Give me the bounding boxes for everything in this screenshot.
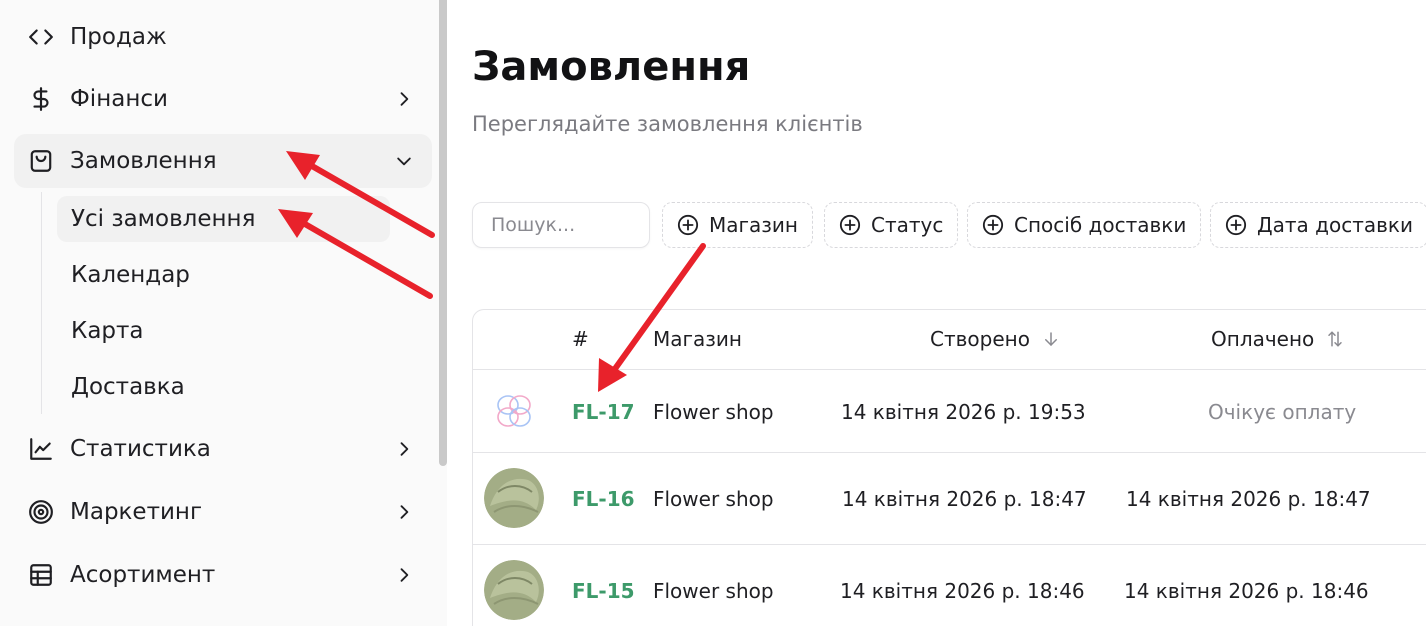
column-header-label: Оплачено [1211,327,1315,351]
search-input[interactable] [473,203,649,247]
table-header: # Магазин Створено Оплачено [473,310,1426,370]
created-date: 14 квітня 2026 р. 19:53 [841,400,1086,424]
sidebar-item-label: Фінанси [70,86,168,112]
column-header-label: Магазин [653,327,742,351]
table-row[interactable]: FL-16 Flower shop 14 квітня 2026 р. 18:4… [473,453,1426,545]
line-chart-icon [28,436,54,462]
sidebar-item-finance[interactable]: Фінанси [14,72,432,126]
shopping-bag-icon [28,148,54,174]
page-title: Замовлення [472,44,751,90]
payment-status: Очікує оплату [1208,400,1357,424]
filter-label: Спосіб доставки [1014,213,1187,237]
submenu-guide-line [41,192,42,414]
sidebar-item-sales[interactable]: Продаж [14,10,432,64]
shop-name: Flower shop [653,579,774,603]
sidebar-subitem-calendar[interactable]: Календар [57,252,390,298]
chevron-right-icon [394,439,414,459]
sidebar-subitem-all-orders[interactable]: Усі замовлення [57,196,390,242]
sidebar-subitem-map[interactable]: Карта [57,308,390,354]
orders-table: # Магазин Створено Оплачено FL-17 Flower… [472,309,1426,626]
table-row[interactable]: FL-15 Flower shop 14 квітня 2026 р. 18:4… [473,545,1426,626]
sidebar-item-assortment[interactable]: Асортимент [14,548,432,602]
filter-status-button[interactable]: Статус [824,202,959,248]
search-box[interactable] [472,202,650,248]
paid-date: 14 квітня 2026 р. 18:47 [1126,487,1371,511]
sidebar-subitem-label: Календар [71,262,190,288]
order-number-link[interactable]: FL-17 [572,400,635,424]
paid-date: 14 квітня 2026 р. 18:46 [1124,579,1369,603]
filter-label: Статус [871,213,944,237]
sidebar-subitem-label: Карта [71,318,144,344]
code-icon [28,24,54,50]
column-header-label: # [572,327,589,351]
sidebar-item-label: Маркетинг [70,499,203,525]
chevron-right-icon [394,502,414,522]
arrow-down-icon[interactable] [1042,330,1060,348]
sidebar-item-label: Статистика [70,436,211,462]
filter-delivery-method-button[interactable]: Спосіб доставки [967,202,1202,248]
page-subtitle: Переглядайте замовлення клієнтів [472,112,863,136]
grid-table-icon [28,562,54,588]
sidebar-scrollbar[interactable] [439,0,447,466]
product-photo [484,560,544,620]
plus-circle-icon [982,214,1004,236]
sidebar-subitem-label: Усі замовлення [71,206,256,232]
sort-arrows-icon[interactable] [1326,330,1344,348]
sidebar-item-marketing[interactable]: Маркетинг [14,485,432,539]
column-header-label: Створено [930,327,1030,351]
sidebar-subitem-delivery[interactable]: Доставка [57,364,390,410]
filter-shop-button[interactable]: Магазин [662,202,813,248]
plus-circle-icon [1225,214,1247,236]
product-photo [484,468,544,528]
sidebar-item-label: Замовлення [70,148,217,174]
target-icon [28,499,54,525]
main-content: Замовлення Переглядайте замовлення клієн… [447,0,1426,626]
sidebar: Продаж Фінанси Замовлення Усі замовлення… [0,0,447,626]
placeholder-logo-icon [484,381,544,441]
column-header-number: # [572,327,589,351]
sidebar-item-label: Асортимент [70,562,216,588]
created-date: 14 квітня 2026 р. 18:47 [842,487,1087,511]
sidebar-item-statistics[interactable]: Статистика [14,422,432,476]
plus-circle-icon [839,214,861,236]
column-header-created[interactable]: Створено [930,327,1060,351]
order-number-link[interactable]: FL-15 [572,579,635,603]
chevron-down-icon [394,151,414,171]
table-row[interactable]: FL-17 Flower shop 14 квітня 2026 р. 19:5… [473,370,1426,453]
column-header-paid[interactable]: Оплачено [1211,327,1344,351]
shop-name: Flower shop [653,400,774,424]
filter-label: Магазин [709,213,798,237]
filter-delivery-date-button[interactable]: Дата доставки [1210,202,1426,248]
chevron-right-icon [394,565,414,585]
sidebar-subitem-label: Доставка [71,374,185,400]
created-date: 14 квітня 2026 р. 18:46 [840,579,1085,603]
sidebar-item-orders[interactable]: Замовлення [14,134,432,188]
order-number-link[interactable]: FL-16 [572,487,635,511]
shop-name: Flower shop [653,487,774,511]
filter-label: Дата доставки [1257,213,1413,237]
dollar-icon [28,86,54,112]
column-header-shop: Магазин [653,327,742,351]
plus-circle-icon [677,214,699,236]
chevron-right-icon [394,89,414,109]
sidebar-item-label: Продаж [70,24,167,50]
